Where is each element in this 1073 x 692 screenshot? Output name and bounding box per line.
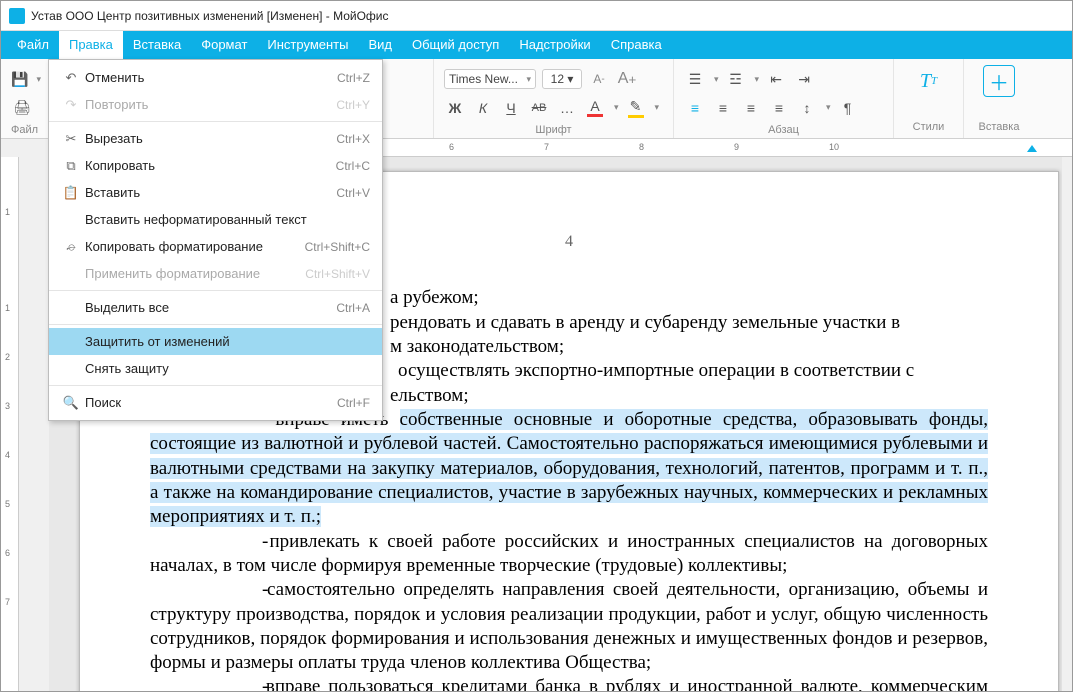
font-color-button[interactable]: A	[584, 97, 606, 119]
menu-share[interactable]: Общий доступ	[402, 31, 509, 59]
menu-item-shortcut: Ctrl+Shift+V	[305, 267, 370, 281]
menu-item-shortcut: Ctrl+Z	[337, 71, 370, 85]
window-title: Устав ООО Центр позитивных изменений [Из…	[31, 9, 389, 23]
menu-item-shortcut: Ctrl+F	[337, 396, 370, 410]
menu-item[interactable]: 📋ВставитьCtrl+V	[49, 179, 382, 206]
number-list-button[interactable]: ☲	[725, 68, 747, 90]
font-size-select[interactable]: 12 ▾	[542, 69, 582, 89]
print-icon[interactable]: 🖨	[11, 97, 33, 119]
app-logo-icon	[9, 8, 25, 24]
menu-item-icon: 🔍	[61, 395, 81, 411]
outdent-button[interactable]: ⇤	[765, 68, 787, 90]
paragraph: - вправе пользоваться кредитами банка в …	[150, 675, 988, 691]
bullet-list-button[interactable]: ☰	[684, 68, 706, 90]
align-right-button[interactable]: ≡	[740, 97, 762, 119]
italic-button[interactable]: К	[472, 97, 494, 119]
menu-item[interactable]: Снять защиту	[49, 355, 382, 382]
menu-help[interactable]: Справка	[601, 31, 672, 59]
menu-item[interactable]: ⌮Копировать форматированиеCtrl+Shift+C	[49, 233, 382, 260]
menu-item-label: Отменить	[81, 70, 337, 85]
align-justify-button[interactable]: ≡	[768, 97, 790, 119]
font-family-select[interactable]: Times New...▾	[444, 69, 536, 89]
group-font-label: Шрифт	[444, 124, 663, 136]
insert-button[interactable]: ＋	[983, 65, 1015, 97]
menu-file[interactable]: Файл	[7, 31, 59, 59]
menu-item-icon: 📋	[61, 185, 81, 201]
menu-item-shortcut: Ctrl+A	[336, 301, 370, 315]
menu-item-label: Снять защиту	[81, 361, 370, 376]
highlight-button[interactable]: ✎	[625, 97, 647, 119]
menu-item-shortcut: Ctrl+C	[336, 159, 370, 173]
menu-item-shortcut: Ctrl+Shift+C	[305, 240, 370, 254]
menu-bar: Файл Правка Вставка Формат Инструменты В…	[1, 31, 1072, 59]
more-font-button[interactable]: …	[556, 97, 578, 119]
menu-item[interactable]: Выделить всеCtrl+A	[49, 294, 382, 321]
menu-item-icon: ↶	[61, 70, 81, 86]
menu-item-shortcut: Ctrl+X	[336, 132, 370, 146]
pilcrow-button[interactable]: ¶	[837, 97, 859, 119]
group-insert-label: Вставка	[979, 121, 1020, 133]
align-left-button[interactable]: ≡	[684, 97, 706, 119]
group-para-label: Абзац	[684, 124, 883, 136]
font-increase-icon[interactable]: A+	[616, 68, 638, 90]
menu-item-label: Выделить все	[81, 300, 336, 315]
menu-item-label: Вставить неформатированный текст	[81, 212, 370, 227]
paragraph: - привлекать к своей работе российских и…	[150, 530, 988, 579]
align-center-button[interactable]: ≡	[712, 97, 734, 119]
menu-item-icon: ✂	[61, 131, 81, 147]
menu-edit[interactable]: Правка	[59, 31, 123, 59]
bold-button[interactable]: Ж	[444, 97, 466, 119]
menu-item-label: Копировать	[81, 158, 336, 173]
strike-button[interactable]: AB	[528, 97, 550, 119]
menu-view[interactable]: Вид	[358, 31, 402, 59]
menu-item: Применить форматированиеCtrl+Shift+V	[49, 260, 382, 287]
vertical-ruler[interactable]: 1 1 2 3 4 5 6 7	[1, 157, 19, 691]
menu-format[interactable]: Формат	[191, 31, 257, 59]
menu-item: ↷ПовторитьCtrl+Y	[49, 91, 382, 118]
font-decrease-icon[interactable]: A-	[588, 68, 610, 90]
ruler-marker-icon[interactable]	[1027, 145, 1037, 152]
menu-item-label: Вставить	[81, 185, 336, 200]
menu-item-shortcut: Ctrl+V	[336, 186, 370, 200]
group-styles-label: Стили	[913, 121, 945, 133]
paragraph: - вправе иметь собственные основные и об…	[150, 408, 988, 530]
indent-button[interactable]: ⇥	[793, 68, 815, 90]
paragraph: - самостоятельно определять направления …	[150, 578, 988, 675]
menu-item[interactable]: Защитить от изменений	[49, 328, 382, 355]
menu-item-label: Защитить от изменений	[81, 334, 370, 349]
underline-button[interactable]: Ч	[500, 97, 522, 119]
menu-item-label: Применить форматирование	[81, 266, 305, 281]
menu-item[interactable]: ✂ВырезатьCtrl+X	[49, 125, 382, 152]
menu-item-label: Копировать форматирование	[81, 239, 305, 254]
menu-item[interactable]: ⧉КопироватьCtrl+C	[49, 152, 382, 179]
menu-item-icon: ↷	[61, 97, 81, 113]
menu-item[interactable]: ↶ОтменитьCtrl+Z	[49, 64, 382, 91]
menu-item-label: Вырезать	[81, 131, 336, 146]
menu-insert[interactable]: Вставка	[123, 31, 191, 59]
title-bar: Устав ООО Центр позитивных изменений [Из…	[1, 1, 1072, 31]
menu-item[interactable]: 🔍ПоискCtrl+F	[49, 389, 382, 416]
menu-item-shortcut: Ctrl+Y	[336, 98, 370, 112]
menu-item-label: Поиск	[81, 395, 337, 410]
menu-item-icon: ⧉	[61, 158, 81, 174]
group-file-label: Файл	[11, 124, 38, 136]
line-spacing-button[interactable]: ↕	[796, 97, 818, 119]
menu-item[interactable]: Вставить неформатированный текст	[49, 206, 382, 233]
menu-item-label: Повторить	[81, 97, 336, 112]
edit-menu-dropdown: ↶ОтменитьCtrl+Z↷ПовторитьCtrl+Y✂Вырезать…	[48, 59, 383, 421]
save-icon[interactable]: 💾	[11, 68, 28, 90]
menu-item-icon: ⌮	[61, 239, 81, 255]
menu-tools[interactable]: Инструменты	[257, 31, 358, 59]
menu-addons[interactable]: Надстройки	[509, 31, 600, 59]
styles-button[interactable]: TT	[913, 65, 945, 97]
